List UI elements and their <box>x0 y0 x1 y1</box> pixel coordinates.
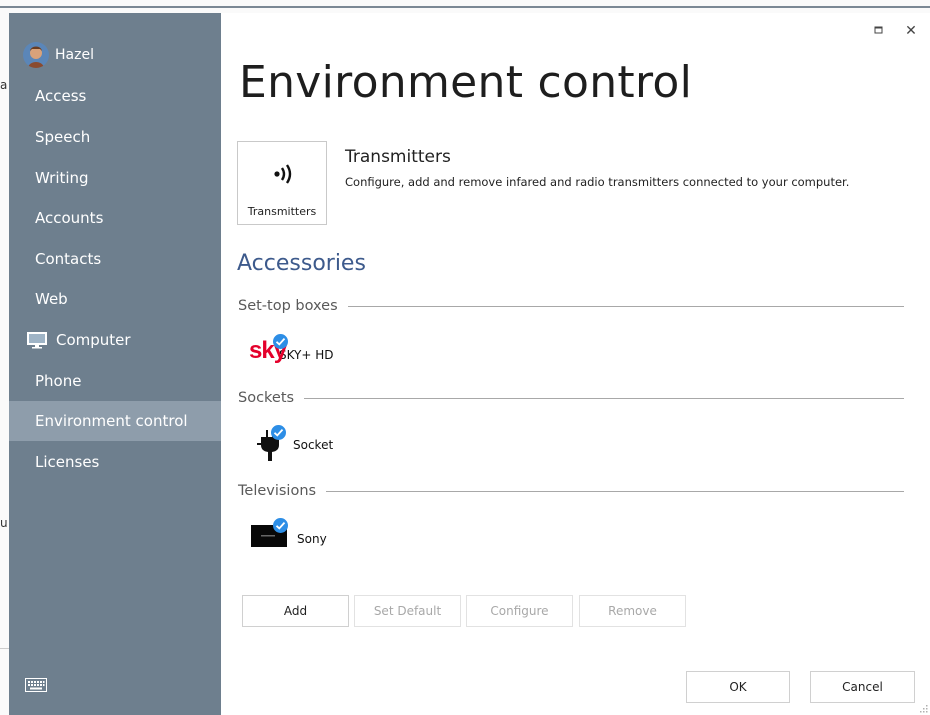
sidebar-item-access[interactable]: Access <box>9 76 221 116</box>
accessory-item-socket[interactable]: Socket <box>257 425 334 461</box>
accessory-label: Socket <box>293 438 334 452</box>
sidebar-item-web[interactable]: Web <box>9 279 221 319</box>
background-text-fragment: a <box>0 78 8 92</box>
sidebar-item-computer[interactable]: Computer <box>9 320 221 360</box>
accessory-item-sky[interactable]: sky SKY+ HD <box>249 334 334 366</box>
accessories-heading: Accessories <box>237 251 366 276</box>
default-check-icon <box>273 518 288 533</box>
sidebar-item-label: Web <box>35 290 68 308</box>
transmitters-description: Configure, add and remove infared and ra… <box>345 175 850 189</box>
add-button[interactable]: Add <box>242 595 349 627</box>
background-window-border <box>0 6 930 8</box>
sidebar-item-label: Computer <box>56 331 131 349</box>
transmitters-heading: Transmitters <box>345 147 451 167</box>
sidebar-item-label: Speech <box>35 128 91 146</box>
sky-logo-icon: sky <box>249 334 293 366</box>
sidebar-item-licenses[interactable]: Licenses <box>9 442 221 482</box>
default-check-icon <box>271 425 286 440</box>
default-check-icon <box>273 334 288 349</box>
group-label: Set-top boxes <box>238 298 338 314</box>
sidebar-item-environment-control[interactable]: Environment control <box>9 401 221 441</box>
group-label: Televisions <box>238 483 317 499</box>
sidebar-item-writing[interactable]: Writing <box>9 158 221 198</box>
sidebar-item-phone[interactable]: Phone <box>9 361 221 401</box>
monitor-icon <box>27 332 47 349</box>
sidebar-item-label: Writing <box>35 169 89 187</box>
sidebar-item-contacts[interactable]: Contacts <box>9 239 221 279</box>
set-default-button[interactable]: Set Default <box>354 595 461 627</box>
sidebar-item-label: Access <box>35 87 87 105</box>
user-avatar <box>23 42 49 68</box>
group-header-sockets: Sockets <box>238 388 904 408</box>
transmitters-tile-label: Transmitters <box>247 205 317 218</box>
sidebar-item-accounts[interactable]: Accounts <box>9 198 221 238</box>
ok-button[interactable]: OK <box>686 671 790 703</box>
group-divider <box>347 305 904 307</box>
tv-icon <box>251 518 293 550</box>
close-icon: ✕ <box>905 23 917 39</box>
sidebar-item-label: Environment control <box>35 412 188 430</box>
sidebar-item-label: Licenses <box>35 453 100 471</box>
remove-button[interactable]: Remove <box>579 595 686 627</box>
keyboard-icon[interactable] <box>25 678 47 692</box>
user-name: Hazel <box>55 47 94 63</box>
sidebar-item-label: Phone <box>35 372 82 390</box>
accessory-label: Sony <box>297 532 327 546</box>
transmitters-tile[interactable]: Transmitters <box>237 141 327 225</box>
group-label: Sockets <box>238 390 295 406</box>
sidebar-item-speech[interactable]: Speech <box>9 117 221 157</box>
group-header-set-top-boxes: Set-top boxes <box>238 296 904 316</box>
group-divider <box>304 397 904 399</box>
maximize-button[interactable] <box>871 22 887 38</box>
transmitter-signal-icon <box>274 164 292 184</box>
cancel-button[interactable]: Cancel <box>810 671 915 703</box>
group-divider <box>326 490 904 492</box>
close-button[interactable]: ✕ <box>903 22 919 39</box>
plug-icon <box>257 425 293 461</box>
maximize-icon <box>874 26 883 34</box>
user-profile[interactable]: Hazel <box>23 39 94 71</box>
resize-grip-icon[interactable] <box>920 705 928 713</box>
sidebar-item-label: Accounts <box>35 209 104 227</box>
sidebar-item-label: Contacts <box>35 250 102 268</box>
settings-dialog: Hazel Access Speech Writing Accounts Con… <box>9 13 930 715</box>
sidebar: Hazel Access Speech Writing Accounts Con… <box>9 13 221 715</box>
configure-button[interactable]: Configure <box>466 595 573 627</box>
background-text-fragment: u <box>0 516 8 530</box>
page-title: Environment control <box>239 57 693 108</box>
accessory-item-sony[interactable]: Sony <box>251 518 327 550</box>
group-header-televisions: Televisions <box>238 481 904 501</box>
